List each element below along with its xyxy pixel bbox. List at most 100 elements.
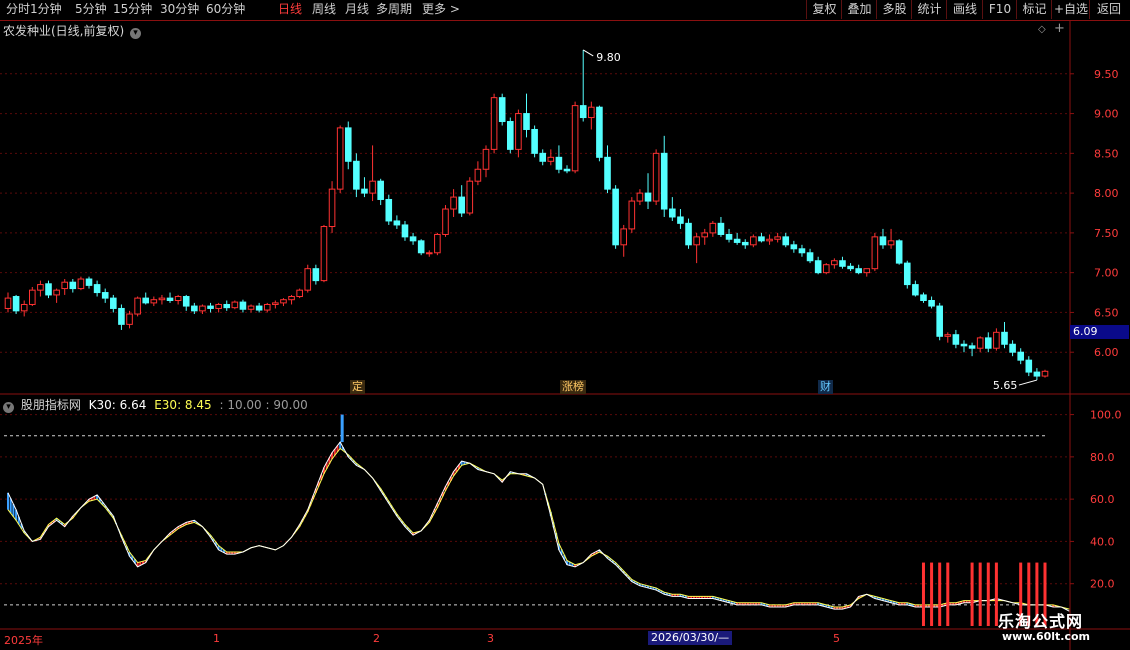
event-flag-2[interactable]: 涨榜 — [560, 380, 586, 394]
toolbar-button-4[interactable]: 画线 — [946, 0, 983, 19]
period-tab-7[interactable]: 周线 — [312, 0, 336, 19]
period-tab-1[interactable]: 1分钟 — [30, 0, 62, 19]
stock-title-text: 农发种业(日线,前复权) — [3, 24, 125, 38]
candle-up — [822, 264, 830, 274]
price-tick-label: 8.50 — [1094, 147, 1119, 160]
period-tab-0[interactable]: 分时 — [6, 0, 30, 19]
candle-down — [960, 343, 968, 347]
candle-up — [280, 299, 287, 304]
candle-down — [377, 180, 384, 200]
candle-down — [223, 303, 231, 309]
candle-up — [61, 281, 69, 290]
indicator-tick-label: 100.0 — [1090, 409, 1122, 422]
candle-down — [101, 292, 109, 299]
period-tab-2[interactable]: 5分钟 — [75, 0, 107, 19]
candle-down — [912, 284, 919, 296]
candle-down — [928, 300, 935, 307]
candle-up — [1041, 370, 1049, 377]
toolbar-button-7[interactable]: +自选 — [1051, 0, 1090, 19]
candle-up — [588, 106, 595, 119]
candle-down — [498, 97, 506, 123]
candle-down — [920, 294, 927, 302]
stock-chart[interactable]: 6.00 6.50 7.00 7.50 8.00 8.50 9.00 9.50 20.0 40.0… — [0, 0, 1130, 650]
toolbar-button-2[interactable]: 多股 — [876, 0, 912, 19]
period-tab-5[interactable]: 60分钟 — [206, 0, 245, 19]
candle-up — [150, 299, 158, 304]
k30-value: K30: 6.64 — [88, 398, 147, 412]
axis-month-2: 2 — [373, 632, 380, 645]
high-label: 9.80 — [596, 51, 621, 64]
axis-month-4: 5 — [833, 632, 840, 645]
event-flag-3[interactable]: 财 — [818, 380, 833, 394]
candle-down — [191, 305, 198, 312]
candle-down — [725, 233, 733, 240]
low-label: 5.65 — [993, 379, 1018, 392]
price-tick-label: 7.00 — [1094, 267, 1119, 280]
candle-down — [85, 278, 93, 286]
chevron-down-icon[interactable]: ▾ — [3, 402, 14, 413]
period-toolbar: 分时 1分钟 5分钟 15分钟 30分钟 60分钟 日线 周线 月线 多周期 更多 > 复权 叠加 多股统… — [0, 0, 1130, 21]
candle-down — [685, 222, 692, 246]
cursor-date: 2026/03/30/— — [648, 631, 733, 645]
axis-month-3: 3 — [487, 632, 494, 645]
period-tab-4[interactable]: 30分钟 — [160, 0, 199, 19]
period-tab-8[interactable]: 月线 — [345, 0, 369, 19]
candle-up — [77, 278, 85, 290]
candle-down — [790, 244, 798, 250]
period-tab-3[interactable]: 15分钟 — [113, 0, 152, 19]
candle-down — [523, 113, 530, 130]
candle-up — [693, 236, 700, 246]
chevron-down-icon[interactable]: ▾ — [130, 28, 142, 39]
candle-up — [328, 188, 336, 228]
candle-up — [126, 313, 133, 325]
candle-down — [806, 252, 814, 262]
candle-up — [272, 302, 279, 305]
candle-up — [450, 196, 457, 210]
candle-down — [612, 188, 619, 246]
candle-up — [701, 232, 709, 238]
candle-down — [855, 268, 862, 274]
toolbar-button-5[interactable]: F10 — [982, 0, 1017, 19]
candle-up — [442, 208, 449, 235]
candle-up — [37, 284, 44, 291]
candle-down — [936, 305, 943, 337]
candle-down — [968, 345, 976, 349]
candle-up — [887, 240, 895, 246]
indicator-tick-label: 20.0 — [1090, 578, 1115, 591]
period-tab-6[interactable]: 日线 — [278, 0, 302, 19]
toolbar-button-3[interactable]: 统计 — [911, 0, 947, 19]
toolbar-button-6[interactable]: 标记 — [1016, 0, 1052, 19]
candle-up — [547, 156, 555, 162]
candle-up — [288, 296, 295, 301]
candle-down — [182, 296, 190, 307]
candle-down — [1009, 343, 1016, 353]
candle-up — [425, 252, 433, 255]
candle-down — [93, 284, 101, 294]
candle-down — [895, 240, 903, 264]
candle-up — [434, 233, 441, 254]
candle-down — [677, 216, 684, 224]
candle-down — [555, 156, 563, 170]
period-tab-9[interactable]: 多周期 — [376, 0, 412, 19]
candle-down — [118, 307, 125, 325]
candle-up — [134, 297, 141, 315]
candle-down — [1033, 371, 1041, 377]
event-flag-1[interactable]: 定 — [350, 380, 365, 394]
period-tab-10[interactable]: 更多 > — [422, 0, 460, 19]
toolbar-button-0[interactable]: 复权 — [806, 0, 842, 19]
diamond-icon[interactable]: ◇ — [1038, 24, 1046, 35]
price-tick-label: 8.00 — [1094, 187, 1119, 200]
candle-down — [539, 152, 547, 162]
candle-up — [53, 289, 60, 296]
candle-up — [515, 113, 522, 150]
candle-up — [490, 97, 498, 150]
toolbar-button-1[interactable]: 叠加 — [841, 0, 877, 19]
plus-icon[interactable]: + — [1054, 21, 1065, 36]
candle-up — [296, 289, 303, 298]
candle-up — [320, 226, 328, 282]
candle-down — [110, 297, 117, 309]
high-pointer — [582, 49, 594, 57]
toolbar-button-8[interactable]: 返回 — [1089, 0, 1128, 19]
candle-down — [984, 337, 992, 349]
candle-down — [758, 236, 765, 242]
